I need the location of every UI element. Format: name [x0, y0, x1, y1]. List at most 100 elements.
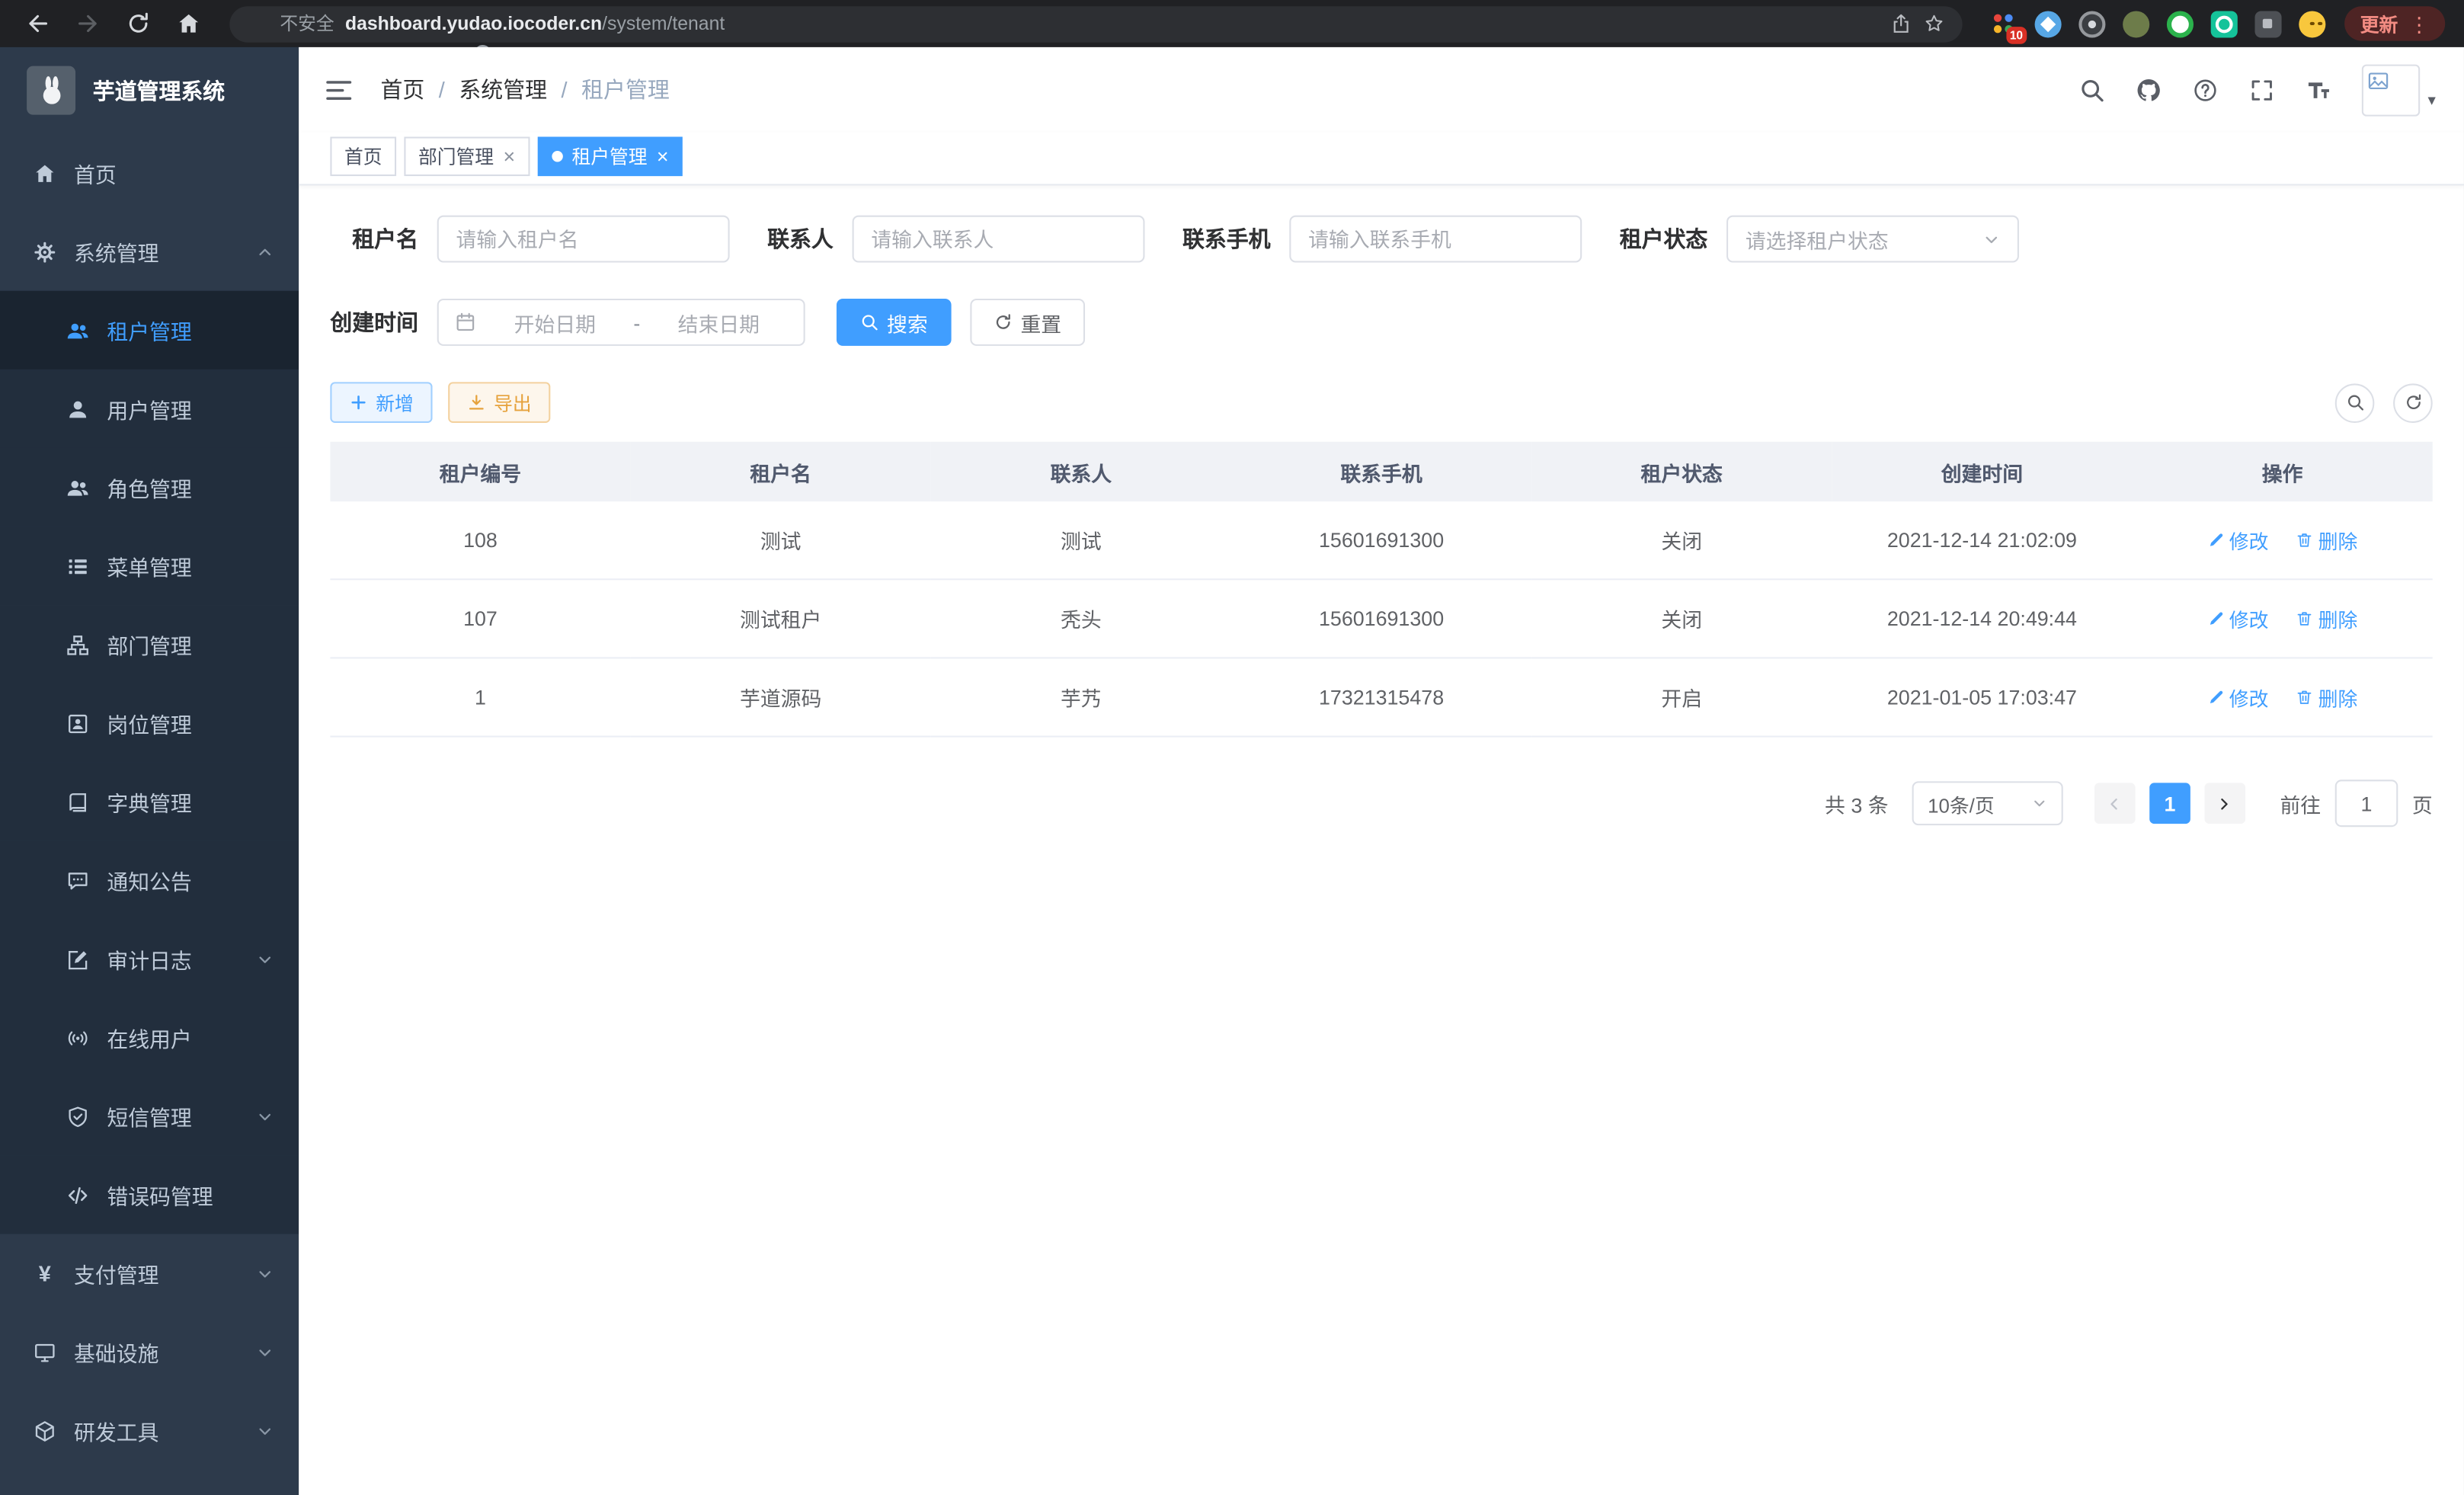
- prev-page-button[interactable]: [2094, 783, 2136, 824]
- delete-link[interactable]: 删除: [2296, 603, 2358, 633]
- page-number-button[interactable]: 1: [2149, 783, 2190, 824]
- forward-icon[interactable]: [75, 11, 101, 36]
- reset-button[interactable]: 重置: [970, 299, 1085, 346]
- pagination: 共 3 条 10条/页 1 前往 页: [330, 780, 2432, 827]
- extension-icon-6[interactable]: [2211, 10, 2238, 37]
- chevron-down-icon: [1982, 230, 2000, 248]
- browser-menu-icon[interactable]: ⋮: [2409, 14, 2430, 34]
- sidebar-item-role[interactable]: 角色管理: [0, 448, 299, 527]
- chevron-right-icon: [2216, 795, 2234, 812]
- phone-input[interactable]: [1289, 216, 1582, 263]
- phone-label: 联系手机: [1182, 223, 1271, 255]
- sidebar-item-system[interactable]: 系统管理: [0, 213, 299, 291]
- sidebar-item-pay[interactable]: ¥ 支付管理: [0, 1234, 299, 1313]
- cell-actions: 修改 删除: [2133, 501, 2433, 579]
- extension-icon-8[interactable]: [2299, 10, 2325, 37]
- sidebar-item-label: 审计日志: [107, 943, 191, 975]
- share-icon[interactable]: [1890, 13, 1912, 35]
- fullscreen-icon[interactable]: [2248, 76, 2275, 103]
- column-header: 创建时间: [1832, 442, 2132, 501]
- log-icon: [66, 947, 90, 971]
- user-icon: [66, 397, 90, 421]
- search-icon[interactable]: [2078, 76, 2105, 103]
- create-time-field: 创建时间 开始日期 - 结束日期: [330, 299, 805, 346]
- goto-page-input[interactable]: [2335, 780, 2398, 827]
- breadcrumb-current: 租户管理: [581, 74, 670, 105]
- extension-icon-2[interactable]: [2035, 10, 2062, 37]
- bookmark-star-icon[interactable]: [1923, 13, 1945, 35]
- github-icon[interactable]: [2136, 76, 2162, 103]
- sidebar-item-menu[interactable]: 菜单管理: [0, 527, 299, 605]
- yen-icon: ¥: [33, 1261, 56, 1286]
- search-icon: [2345, 393, 2364, 412]
- sidebar-item-dict[interactable]: 字典管理: [0, 763, 299, 841]
- refresh-icon: [2404, 393, 2423, 412]
- sidebar-item-user[interactable]: 用户管理: [0, 370, 299, 448]
- sidebar-item-online-users[interactable]: 在线用户: [0, 998, 299, 1077]
- help-icon[interactable]: [2192, 76, 2219, 103]
- extension-icon-5[interactable]: [2167, 10, 2194, 37]
- contact-input[interactable]: [853, 216, 1145, 263]
- extension-icon-1[interactable]: 10: [1991, 10, 2018, 37]
- table-row: 1 芋道源码 芋艿 17321315478 开启 2021-01-05 17:0…: [330, 658, 2432, 736]
- page-size-select[interactable]: 10条/页: [1912, 781, 2063, 825]
- cell-status: 开启: [1531, 658, 1832, 736]
- delete-link[interactable]: 删除: [2296, 682, 2358, 712]
- tab-dept[interactable]: 部门管理 ×: [404, 136, 529, 176]
- close-icon[interactable]: ×: [657, 146, 669, 167]
- create-time-range-picker[interactable]: 开始日期 - 结束日期: [437, 299, 805, 346]
- back-icon[interactable]: [25, 11, 50, 36]
- sidebar-item-notice[interactable]: 通知公告: [0, 841, 299, 920]
- sidebar-item-label: 菜单管理: [107, 550, 191, 581]
- sidebar-item-post[interactable]: 岗位管理: [0, 683, 299, 762]
- browser-home-icon[interactable]: [176, 11, 201, 36]
- sidebar-item-dept[interactable]: 部门管理: [0, 605, 299, 683]
- status-select[interactable]: 请选择租户状态: [1726, 216, 2019, 263]
- refresh-table-button[interactable]: [2393, 383, 2433, 422]
- sidebar-item-devtools[interactable]: 研发工具: [0, 1391, 299, 1470]
- edit-link[interactable]: 修改: [2207, 525, 2269, 555]
- reload-icon[interactable]: [126, 11, 151, 36]
- update-label: 更新: [2360, 10, 2398, 37]
- sidebar-item-error-code[interactable]: 错误码管理: [0, 1155, 299, 1234]
- breadcrumb-item[interactable]: 系统管理: [459, 74, 547, 105]
- extension-icon-3[interactable]: [2078, 10, 2105, 37]
- cell-phone: 15601691300: [1231, 579, 1531, 658]
- sidebar-item-home[interactable]: 首页: [0, 133, 299, 212]
- delete-link[interactable]: 删除: [2296, 525, 2358, 555]
- sidebar-item-infra[interactable]: 基础设施: [0, 1313, 299, 1391]
- column-header: 联系人: [931, 442, 1231, 501]
- next-page-button[interactable]: [2204, 783, 2245, 824]
- tab-home[interactable]: 首页: [330, 136, 396, 176]
- address-bar[interactable]: 不安全 dashboard.yudao.iocoder.cn/system/te…: [229, 5, 1962, 41]
- edit-link[interactable]: 修改: [2207, 682, 2269, 712]
- column-header: 租户状态: [1531, 442, 1832, 501]
- security-warning-icon[interactable]: [247, 13, 269, 35]
- edit-link[interactable]: 修改: [2207, 603, 2269, 633]
- tab-tenant[interactable]: 租户管理 ×: [537, 136, 683, 176]
- extension-icon-7[interactable]: [2254, 10, 2281, 37]
- sidebar-toggle-icon[interactable]: [324, 75, 354, 104]
- sidebar-item-tenant[interactable]: 租户管理: [0, 291, 299, 370]
- tenant-name-input[interactable]: [437, 216, 730, 263]
- font-size-icon[interactable]: [2305, 76, 2331, 103]
- cell-tenant-id: 108: [330, 501, 630, 579]
- browser-update-button[interactable]: 更新 ⋮: [2344, 6, 2445, 40]
- user-avatar[interactable]: ▾: [2362, 64, 2436, 116]
- sidebar-item-label: 支付管理: [74, 1257, 158, 1289]
- chevron-down-icon: [2031, 796, 2047, 812]
- extension-icon-4[interactable]: [2123, 10, 2149, 37]
- column-header: 租户名: [631, 442, 931, 501]
- sidebar-item-audit-log[interactable]: 审计日志: [0, 920, 299, 998]
- search-button[interactable]: 搜索: [837, 299, 952, 346]
- close-icon[interactable]: ×: [503, 146, 515, 167]
- add-button[interactable]: 新增: [330, 382, 432, 423]
- export-button[interactable]: 导出: [448, 382, 550, 423]
- sidebar-item-label: 岗位管理: [107, 707, 191, 738]
- cell-actions: 修改 删除: [2133, 579, 2433, 658]
- breadcrumb-item[interactable]: 首页: [380, 74, 424, 105]
- edit-link-label: 修改: [2229, 525, 2269, 555]
- table-row: 107 测试租户 秃头 15601691300 关闭 2021-12-14 20…: [330, 579, 2432, 658]
- toggle-search-button[interactable]: [2335, 383, 2375, 422]
- sidebar-item-sms[interactable]: 短信管理: [0, 1077, 299, 1155]
